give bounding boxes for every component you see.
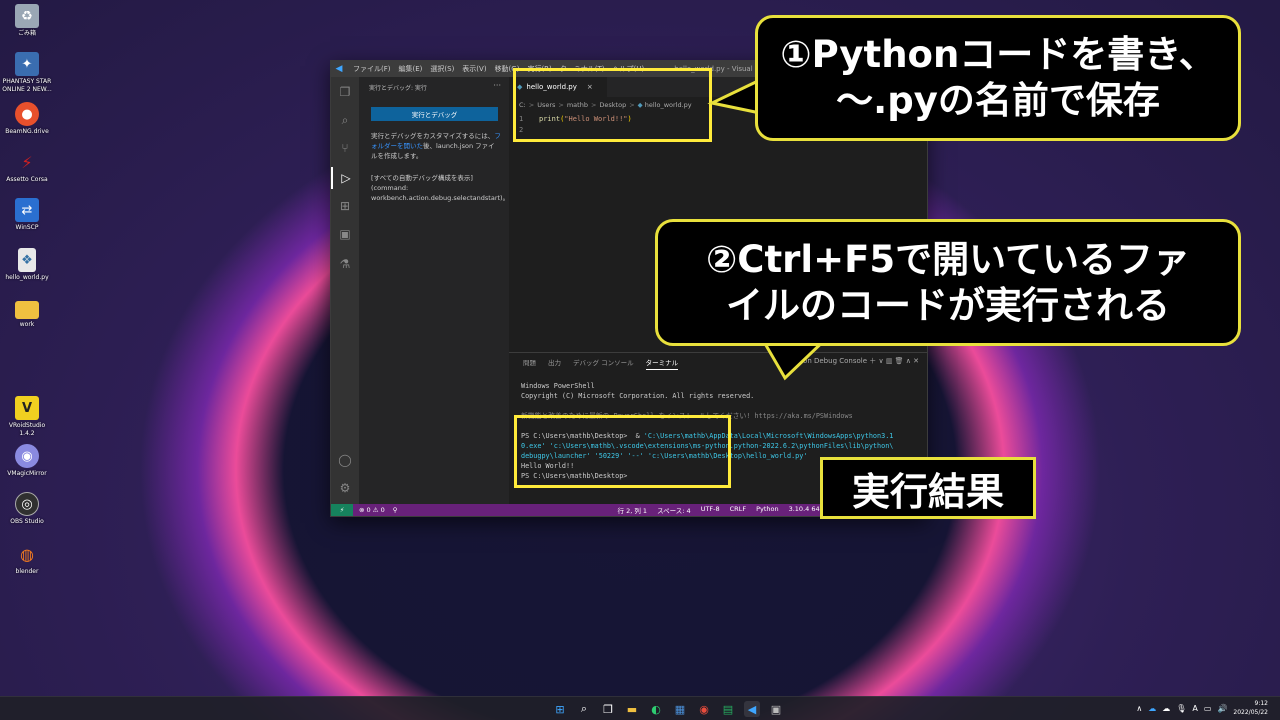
system-tray: ∧ ☁ ☁ 🎙 A ▭ 🔊 9:12 2022/05/22 [1136, 699, 1268, 717]
taskbar: ⊞ ⌕ ❐ ▬ ◐ ▦ ◉ ▤ ◀ ▣ ∧ ☁ ☁ 🎙 A ▭ 🔊 9:12 2… [0, 696, 1280, 720]
cloud-icon[interactable]: ☁ [1162, 704, 1170, 713]
result-label: 実行結果 [820, 457, 1036, 519]
file-explorer-icon[interactable]: ▬ [624, 701, 640, 717]
clock[interactable]: 9:12 2022/05/22 [1233, 699, 1268, 717]
task-view-icon[interactable]: ❐ [600, 701, 616, 717]
taskbar-apps: ⊞ ⌕ ❐ ▬ ◐ ▦ ◉ ▤ ◀ ▣ [552, 701, 784, 717]
volume-icon[interactable]: 🔊 [1217, 704, 1227, 713]
edge-icon[interactable]: ◐ [648, 701, 664, 717]
microphone-icon[interactable]: 🎙 [1176, 704, 1186, 713]
app-icon[interactable]: ▣ [768, 701, 784, 717]
excel-icon[interactable]: ▤ [720, 701, 736, 717]
store-icon[interactable]: ▦ [672, 701, 688, 717]
save-callout: ①Pythonコードを書き、 ～.pyの名前で保存 [755, 15, 1241, 141]
ime-icon[interactable]: A [1192, 704, 1197, 713]
vscode-taskbar-icon[interactable]: ◀ [744, 701, 760, 717]
save-callout-tail [707, 77, 762, 115]
chevron-up-icon[interactable]: ∧ [1136, 704, 1142, 713]
run-callout: ②Ctrl+F5で開いているファ イルのコードが実行される [655, 219, 1241, 346]
network-icon[interactable]: ▭ [1204, 704, 1212, 713]
onedrive-icon[interactable]: ☁ [1148, 704, 1156, 713]
start-icon[interactable]: ⊞ [552, 701, 568, 717]
chrome-icon[interactable]: ◉ [696, 701, 712, 717]
search-icon[interactable]: ⌕ [576, 701, 592, 717]
